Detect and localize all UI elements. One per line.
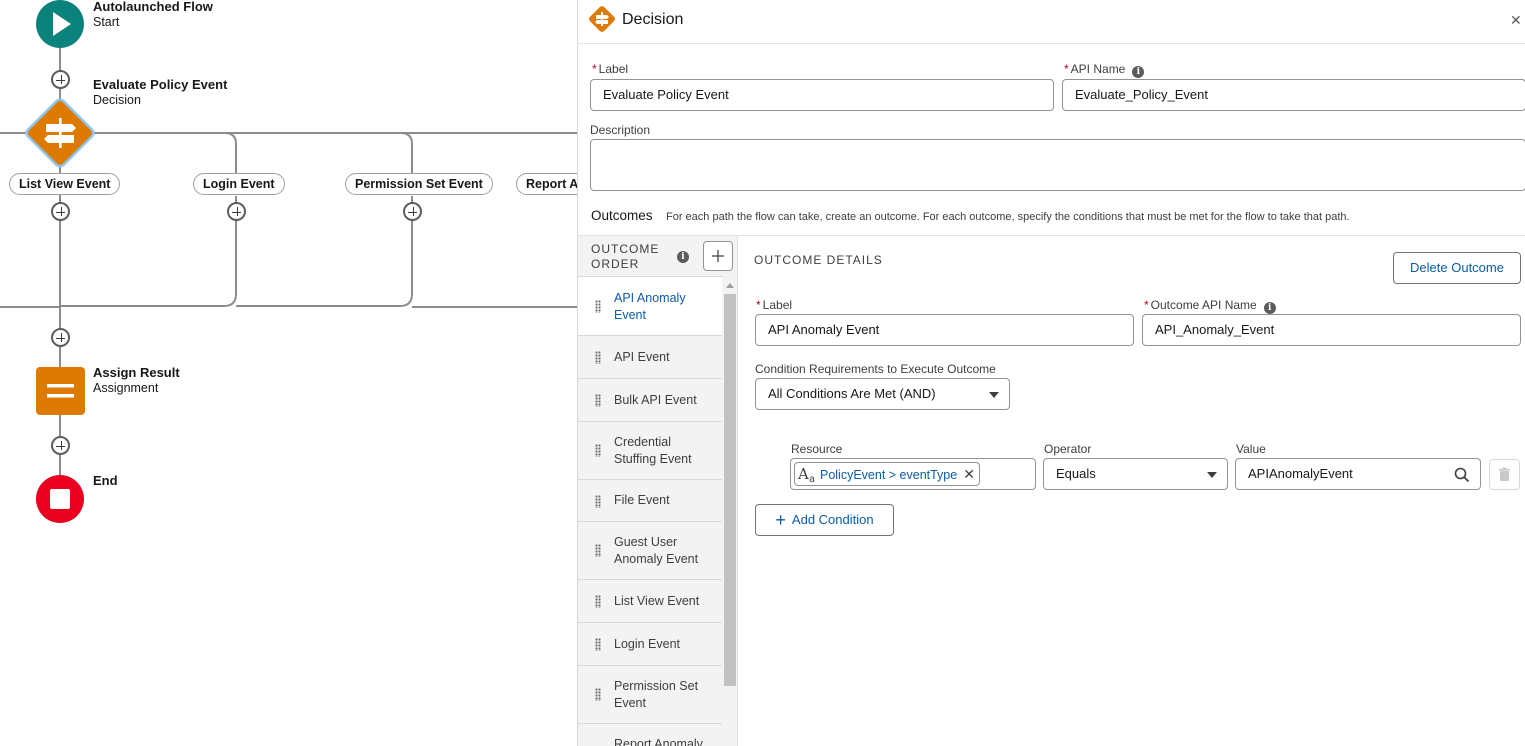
operator-select[interactable]: Equals [1043,458,1228,490]
drag-handle-icon[interactable] [595,688,601,701]
outcome-api-name-input[interactable]: API_Anomaly_Event [1142,314,1521,346]
api-name-field-label: * API Name i [1064,62,1145,78]
condition-requirements-select[interactable]: All Conditions Are Met (AND) [755,378,1010,410]
add-outcome-button[interactable] [703,241,733,271]
decision-node[interactable] [25,98,96,169]
flow-canvas[interactable]: Autolaunched Flow Start Evaluate Policy … [0,0,578,746]
drag-handle-icon[interactable] [595,351,601,364]
flow-connectors [0,0,578,523]
end-node[interactable] [36,475,84,523]
panel-header: Decision ✕ [578,0,1525,44]
trash-icon [1499,467,1510,481]
info-icon[interactable]: i [1263,302,1276,314]
label-field-label: * Label [592,62,629,76]
drag-handle-icon[interactable] [595,638,601,651]
assignment-node[interactable] [36,367,85,415]
panel-title: Decision [622,11,684,28]
outcome-item[interactable]: Guest User Anomaly Event [578,522,722,580]
decision-node-title: Evaluate Policy Event [93,77,228,92]
close-icon[interactable]: ✕ [1510,12,1522,29]
remove-pill-icon[interactable]: ✕ [963,466,975,482]
outcome-details-heading: OUTCOME DETAILS [754,253,883,267]
branch-label[interactable]: List View Event [9,173,121,195]
outcome-label-field-label: * Label [756,298,793,312]
decision-properties-panel: Decision ✕ * Label Evaluate Policy Event … [577,0,1525,746]
resource-label: Resource [791,442,843,456]
assignment-node-title: Assign Result [93,365,180,380]
assignment-node-subtitle: Assignment [93,381,159,395]
add-element-button[interactable] [227,202,246,221]
plus-icon [712,250,724,262]
equals-icon [47,384,74,388]
branch-label[interactable]: Permission Set Event [345,173,493,195]
value-label: Value [1236,442,1266,456]
decision-icon [589,6,615,32]
delete-condition-button[interactable] [1489,459,1520,490]
branch-label[interactable]: Report An [516,173,578,195]
api-name-input[interactable]: Evaluate_Policy_Event [1062,79,1525,111]
stop-icon [50,489,70,509]
scrollbar-thumb[interactable] [724,294,736,686]
drag-handle-icon[interactable] [595,544,601,557]
add-element-button[interactable] [51,70,70,89]
start-node-subtitle: Start [93,15,120,29]
chevron-down-icon [989,392,999,398]
drag-handle-icon[interactable] [595,444,601,457]
branch-label[interactable]: Login Event [193,173,285,195]
outcome-order-heading: OUTCOME ORDER [591,242,660,271]
search-icon[interactable] [1454,467,1470,483]
outcome-item[interactable]: Credential Stuffing Event [578,422,722,480]
outcomes-heading: Outcomes [591,208,653,223]
outcome-item[interactable]: Report Anomaly [578,724,722,746]
outcome-api-name-field-label: * Outcome API Name i [1144,298,1276,314]
add-condition-button[interactable]: + Add Condition [755,504,894,536]
decision-node-subtitle: Decision [93,93,141,107]
add-element-button[interactable] [51,328,70,347]
drag-handle-icon[interactable] [595,300,601,313]
condition-requirements-label: Condition Requirements to Execute Outcom… [755,362,996,376]
outcome-item[interactable]: File Event [578,480,722,522]
delete-outcome-button[interactable]: Delete Outcome [1393,252,1521,284]
outcome-label-input[interactable]: API Anomaly Event [755,314,1134,346]
outcome-item[interactable]: Permission Set Event [578,666,722,724]
drag-handle-icon[interactable] [595,495,601,508]
info-icon[interactable]: i [677,251,689,263]
description-label: Description [590,123,651,137]
scroll-up-icon[interactable] [726,283,734,288]
outcome-item[interactable]: Bulk API Event [578,379,722,422]
label-input[interactable]: Evaluate Policy Event [590,79,1054,111]
outcome-item[interactable]: Login Event [578,623,722,666]
add-element-button[interactable] [403,202,422,221]
value-input[interactable]: APIAnomalyEvent [1235,458,1481,490]
outcomes-help-text: For each path the flow can take, create … [666,211,1350,223]
outcome-item[interactable]: API Anomaly Event [578,277,722,336]
outcome-item[interactable]: API Event [578,336,722,379]
text-type-icon: A [798,465,809,483]
resource-pill[interactable]: Aa PolicyEvent > eventType ✕ [794,462,980,486]
drag-handle-icon[interactable] [595,394,601,407]
drag-handle-icon[interactable] [595,595,601,608]
outcome-item[interactable]: List View Event [578,580,722,623]
end-node-title: End [93,473,118,488]
start-node-title: Autolaunched Flow [93,0,213,14]
description-textarea[interactable] [590,139,1525,191]
plus-icon: + [775,510,786,530]
add-element-button[interactable] [51,202,70,221]
add-element-button[interactable] [51,436,70,455]
info-icon[interactable]: i [1132,66,1145,78]
chevron-down-icon [1207,472,1217,478]
resource-input[interactable]: Aa PolicyEvent > eventType ✕ [790,458,1036,490]
outcome-order-list: OUTCOME ORDER i API Anomaly Event API Ev… [578,236,738,746]
operator-label: Operator [1044,442,1092,456]
start-node[interactable] [36,0,84,48]
